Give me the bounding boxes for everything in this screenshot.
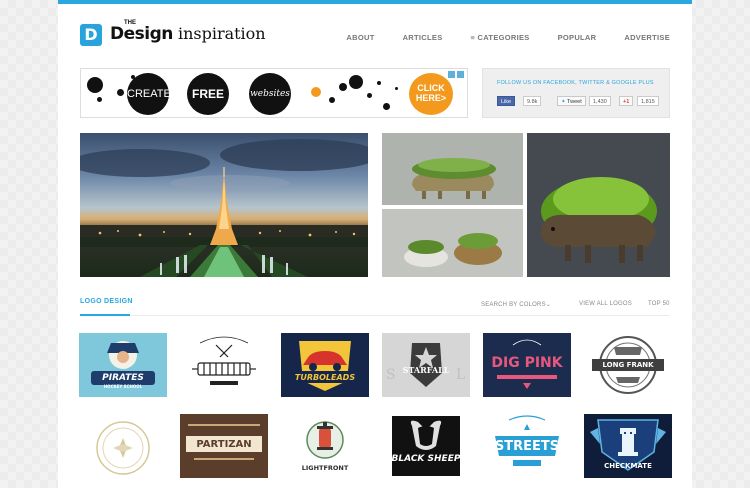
- logo-tile-mozarts[interactable]: [180, 333, 268, 397]
- ad-dot: [377, 81, 381, 85]
- social-box: FOLLOW US ON FACEBOOK, TWITTER & GOOGLE …: [482, 68, 670, 118]
- logo-tile-checkmate[interactable]: CHECKMATE: [584, 414, 672, 478]
- top-accent-bar: [58, 0, 692, 4]
- logo-text-lightfront: LIGHTFRONT: [301, 464, 349, 472]
- hero-eiffel-image[interactable]: [80, 133, 368, 277]
- logo-text-partizan: PARTIZAN: [196, 439, 252, 450]
- race-car-badge-illustration: [291, 341, 359, 391]
- social-title: FOLLOW US ON FACEBOOK, TWITTER & GOOGLE …: [497, 80, 654, 86]
- nav-articles[interactable]: ARTICLES: [403, 33, 443, 42]
- logo-text-long-frank: LONG FRANK: [602, 361, 654, 369]
- ad-choices-icon[interactable]: [448, 71, 464, 78]
- hedgehog-planter-illustration: [527, 133, 670, 277]
- nav-categories[interactable]: ≡ CATEGORIES: [471, 33, 530, 42]
- facebook-like-count: 9.8k: [523, 96, 542, 106]
- ad-circle-free: FREE: [187, 73, 229, 115]
- page: D THE Design inspiration ABOUT ARTICLES …: [58, 0, 692, 488]
- collage-photo-3: [527, 133, 670, 277]
- tweet-button[interactable]: ✦ Tweet: [557, 96, 586, 106]
- ad-dot: [383, 103, 390, 110]
- ad-dot: [87, 77, 103, 93]
- logo-tile-black-sheep[interactable]: BLACK SHEEP: [382, 414, 470, 478]
- logo-tile-turboleads[interactable]: TURBOLEADS: [281, 333, 369, 397]
- section-title-underline: [80, 314, 130, 316]
- logo-text-pirates: PIRATES: [102, 373, 144, 383]
- tweet-count: 1,430: [589, 96, 611, 106]
- facebook-like-button[interactable]: Like: [497, 96, 516, 106]
- collage-photo-2: [382, 209, 523, 277]
- ad-dot: [395, 87, 398, 90]
- ad-dot: [97, 97, 102, 102]
- ad-circle-create: CREATE: [127, 73, 171, 115]
- logo-tile-starfall[interactable]: S L STARFALL: [382, 333, 470, 397]
- site-logo[interactable]: D THE Design inspiration: [80, 20, 266, 46]
- logo-tile-streets[interactable]: STREETS: [483, 414, 571, 478]
- sheep-head-icon: [392, 416, 460, 476]
- logo-wordmark: THE Design inspiration: [110, 20, 266, 46]
- circular-badge-illustration: [96, 421, 150, 475]
- logo-text-streets: STREETS: [494, 439, 560, 454]
- section-divider: [80, 315, 670, 316]
- logo-tile-pirates[interactable]: PIRATES HOCKEY SCHOOL: [79, 333, 167, 397]
- nav-advertise[interactable]: ADVERTISE: [624, 33, 670, 42]
- nav-popular[interactable]: POPULAR: [558, 33, 597, 42]
- google-plus-button[interactable]: +1: [619, 96, 634, 106]
- logo-design: Design: [110, 24, 173, 44]
- logo-subtext-hockey-school: HOCKEY SCHOOL: [103, 384, 143, 389]
- logo-inspiration: inspiration: [172, 24, 266, 43]
- ad-dot: [367, 93, 372, 98]
- collage-photo-1: [382, 133, 523, 205]
- section-title-logo-design[interactable]: LOGO DESIGN: [80, 298, 133, 305]
- ad-click-here-button[interactable]: CLICK HERE>: [409, 73, 453, 115]
- logo-tile-partizan[interactable]: PARTIZAN: [180, 414, 268, 478]
- nav-about[interactable]: ABOUT: [346, 33, 374, 42]
- ad-dot: [311, 87, 321, 97]
- ad-banner[interactable]: CREATE FREE websites CLICK HERE>: [80, 68, 468, 118]
- main-nav: ABOUT ARTICLES ≡ CATEGORIES POPULAR ADVE…: [318, 33, 670, 42]
- ad-circle-websites: websites: [249, 73, 291, 115]
- logo-text-checkmate: CHECKMATE: [604, 462, 652, 470]
- rolling-pin-icon: [192, 336, 256, 385]
- logo-text-dig-pink: DIG PINK: [491, 355, 563, 371]
- search-by-colors-dropdown[interactable]: SEARCH BY COLORS⌄: [481, 301, 551, 308]
- top-50-link[interactable]: TOP 50: [648, 301, 670, 307]
- logo-text-black-sheep: BLACK SHEEP: [391, 454, 461, 464]
- logo-tile-daisy-club[interactable]: [79, 414, 167, 478]
- moss-pot-illustration: [382, 209, 523, 277]
- logo-tile-long-frank[interactable]: LONG FRANK: [584, 333, 672, 397]
- ad-dot: [329, 97, 335, 103]
- logo-tile-dig-pink[interactable]: DIG PINK: [483, 333, 571, 397]
- moss-planter-illustration: [382, 133, 523, 205]
- logo-the: THE: [124, 20, 136, 26]
- logo-text-starfall: STARFALL: [402, 365, 450, 375]
- ad-dot: [117, 89, 124, 96]
- logo-mark-icon: D: [80, 24, 102, 46]
- google-plus-label: +1: [623, 99, 630, 105]
- tweet-label: Tweet: [567, 99, 582, 105]
- logo-tile-lightfront[interactable]: LIGHTFRONT: [281, 414, 369, 478]
- ad-dot: [339, 83, 347, 91]
- facebook-like-label: Like: [501, 99, 512, 105]
- logo-text-turboleads: TURBOLEADS: [294, 373, 356, 382]
- ad-dot: [349, 75, 363, 89]
- twitter-bird-icon: ✦: [561, 99, 566, 105]
- view-all-logos-link[interactable]: VIEW ALL LOGOS: [579, 301, 632, 307]
- google-plus-count: 1,815: [637, 96, 659, 106]
- eiffel-tower-illustration: [80, 139, 368, 277]
- hero-planter-collage[interactable]: [382, 133, 670, 277]
